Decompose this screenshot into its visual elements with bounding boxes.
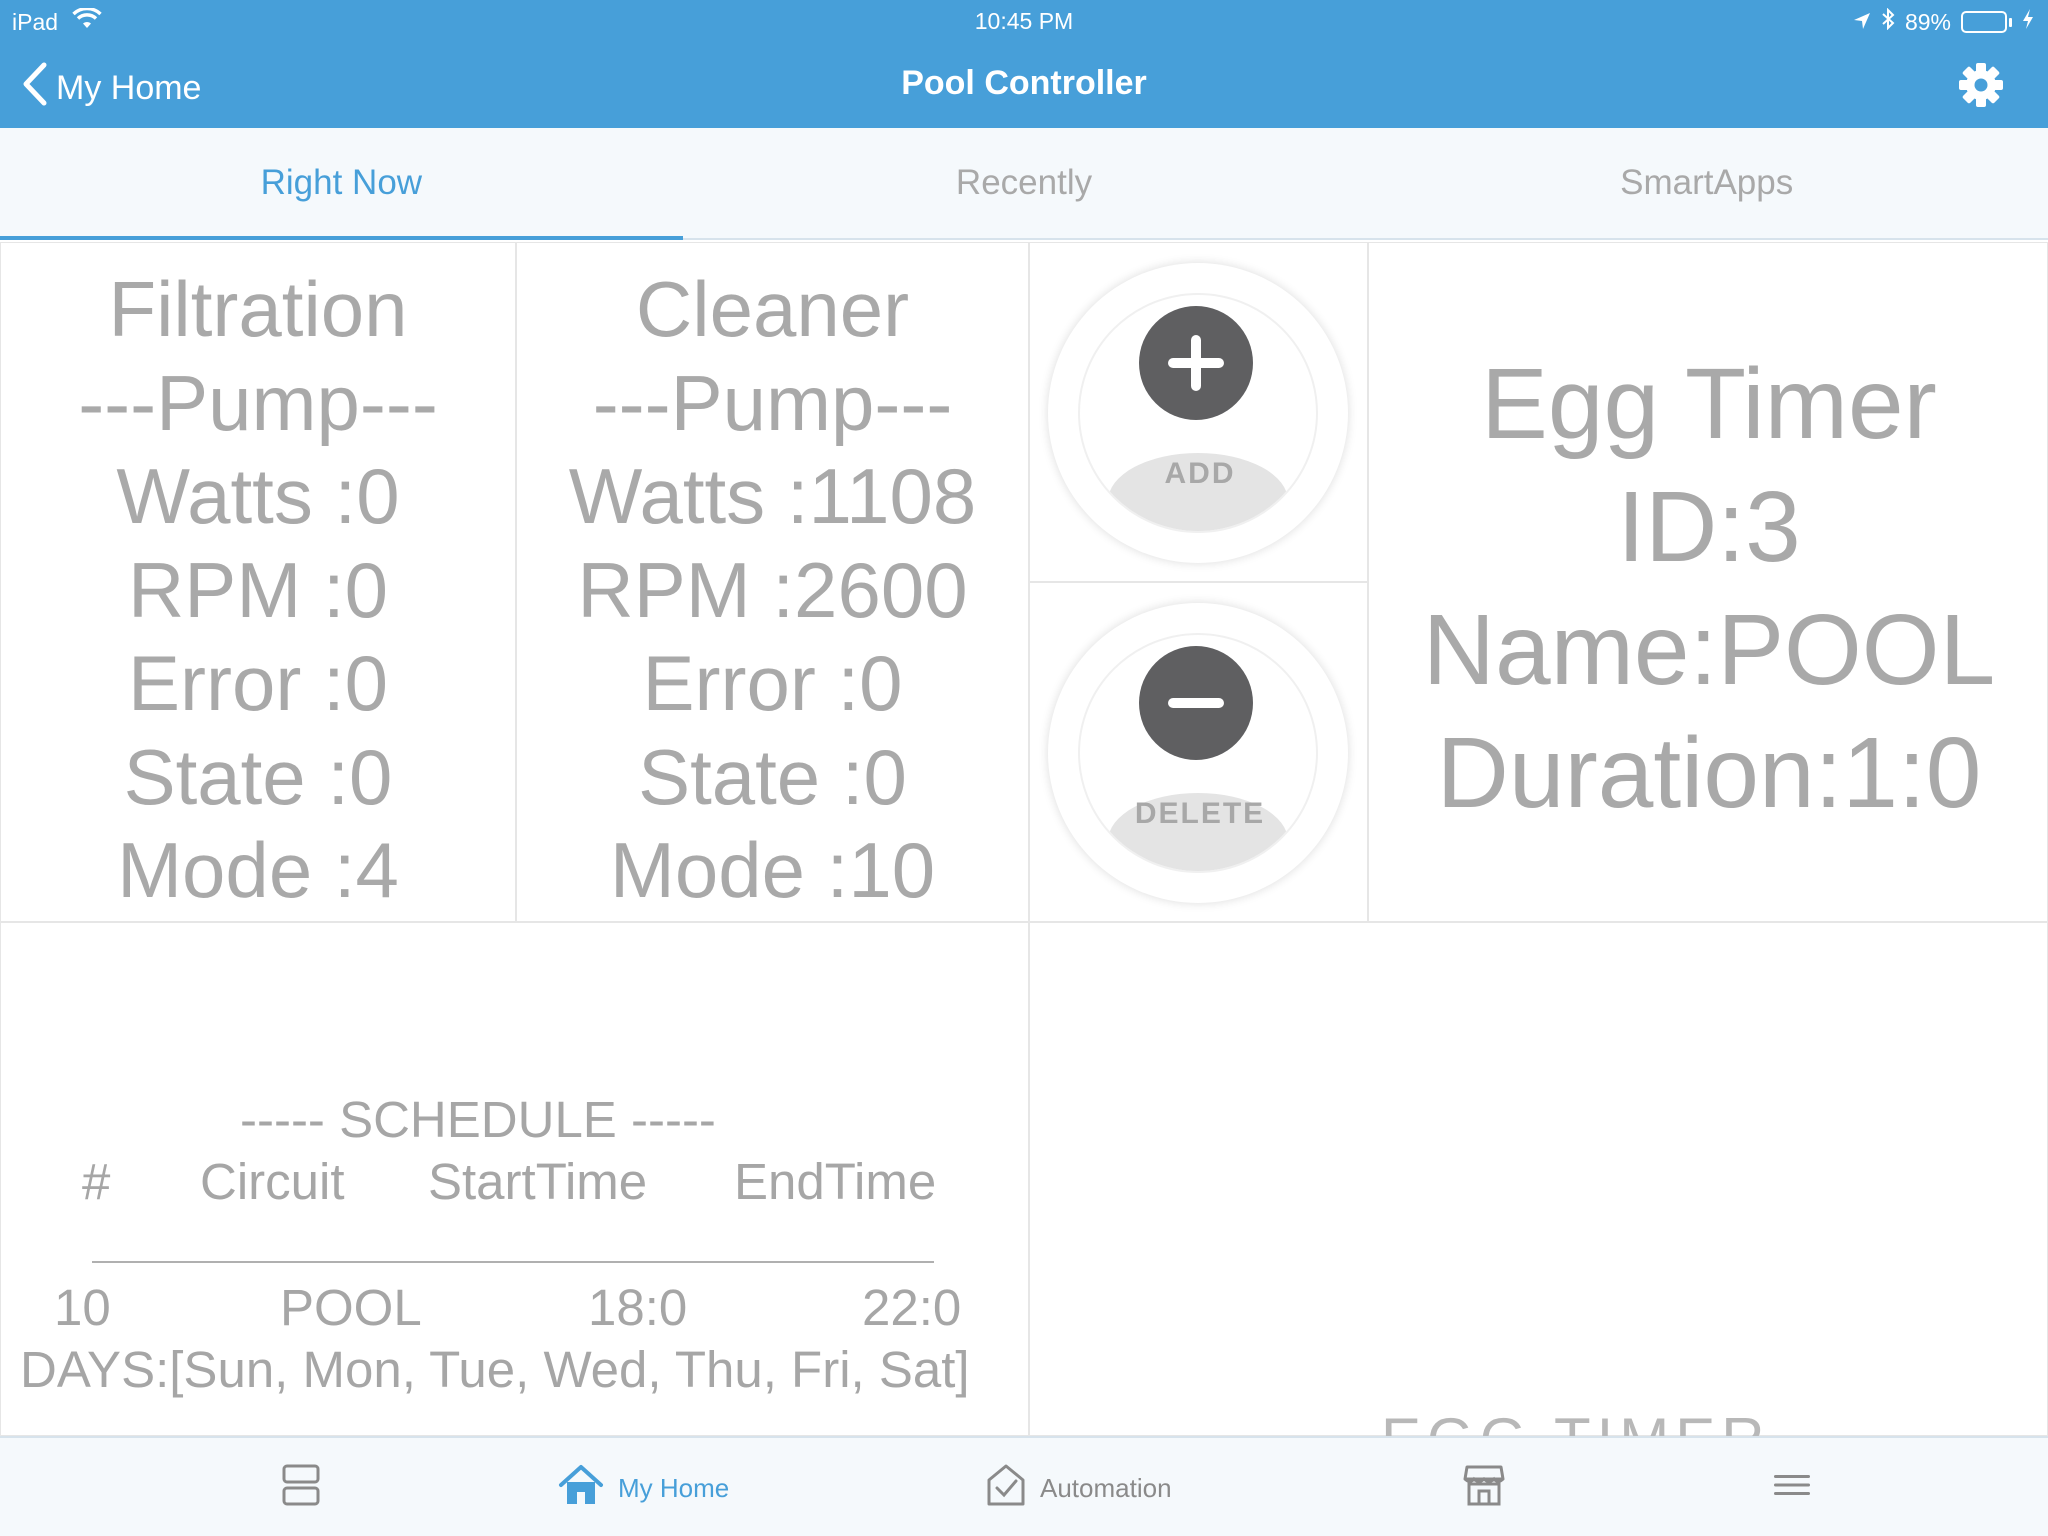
- egg-timer-id: ID:3: [1617, 471, 1801, 583]
- status-bar: iPad 10:45 PM 89%: [0, 0, 2048, 40]
- minus-icon: [1138, 645, 1254, 761]
- schedule-col-endtime: EndTime: [734, 1153, 937, 1210]
- delete-tile: DELETE: [1029, 582, 1368, 922]
- schedule-days: DAYS:[Sun, Mon, Tue, Wed, Thu, Fri, Sat]: [20, 1341, 970, 1398]
- filtration-title: Filtration: [108, 265, 408, 353]
- add-button[interactable]: ADD: [1048, 263, 1348, 563]
- cleaner-watts: Watts :1108: [568, 452, 977, 540]
- add-tile: ADD: [1029, 242, 1368, 582]
- filtration-error: Error :0: [127, 639, 389, 727]
- schedule-row-number: 10: [54, 1279, 111, 1336]
- app-header: iPad 10:45 PM 89% My Home Pool Controlle…: [0, 0, 2048, 128]
- schedule-heading: ----- SCHEDULE -----: [240, 1091, 716, 1148]
- egg-timer-footer-label: EGG TIMER: [1381, 1410, 1771, 1436]
- gear-icon[interactable]: [1958, 62, 2004, 108]
- automation-label: Automation: [1040, 1472, 1172, 1503]
- add-button-label: ADD: [1164, 457, 1236, 490]
- schedule-row-circuit: POOL: [280, 1279, 422, 1336]
- cleaner-pump-label: ---Pump---: [592, 358, 953, 447]
- filtration-state: State :0: [123, 732, 393, 821]
- cleaner-error: Error :0: [642, 639, 903, 727]
- delete-button-label: DELETE: [1134, 797, 1266, 830]
- filtration-mode: Mode :4: [117, 826, 399, 914]
- automation-tab[interactable]: Automation: [986, 1438, 1172, 1536]
- egg-timer-detail-tile[interactable]: [1029, 922, 2048, 1436]
- nav-bar: My Home Pool Controller: [0, 48, 2048, 120]
- tab-recently[interactable]: Recently: [683, 128, 1366, 238]
- egg-timer-tile[interactable]: Egg Timer ID:3 Name:POOL Duration:1:0: [1368, 242, 2048, 922]
- egg-timer-footer-clip: EGG TIMER: [1029, 1410, 2048, 1436]
- bluetooth-icon: [1881, 7, 1895, 36]
- page-title: Pool Controller: [901, 64, 1147, 102]
- cleaner-title: Cleaner: [635, 265, 910, 353]
- dashboard-icon: [280, 1463, 324, 1514]
- filtration-pump-label: ---Pump---: [78, 358, 438, 447]
- schedule-row-starttime: 18:0: [588, 1279, 688, 1336]
- menu-tab[interactable]: [1772, 1438, 1812, 1536]
- status-right: 89%: [1853, 7, 2034, 36]
- marketplace-tab[interactable]: [1462, 1438, 1506, 1536]
- filtration-pump-tile[interactable]: Filtration ---Pump--- Watts :0 RPM :0 Er…: [0, 242, 516, 922]
- egg-timer-duration: Duration:1:0: [1436, 717, 1982, 829]
- tab-smartapps[interactable]: SmartApps: [1365, 128, 2048, 238]
- hamburger-menu-icon: [1772, 1463, 1812, 1514]
- location-arrow-icon: [1853, 9, 1871, 36]
- cleaner-pump-tile[interactable]: Cleaner ---Pump--- Watts :1108 RPM :2600…: [516, 242, 1029, 922]
- schedule-col-circuit: Circuit: [200, 1153, 345, 1210]
- store-icon: [1462, 1463, 1506, 1514]
- bottom-tab-bar: My Home Automation: [0, 1436, 2048, 1536]
- tab-bar: Right Now Recently SmartApps: [0, 128, 2048, 240]
- cleaner-mode: Mode :10: [609, 826, 936, 914]
- schedule-col-starttime: StartTime: [428, 1153, 648, 1210]
- battery-icon: [1961, 11, 2012, 33]
- charging-icon: [2022, 8, 2034, 36]
- filtration-rpm: RPM :0: [127, 545, 389, 634]
- cleaner-rpm: RPM :2600: [577, 545, 968, 634]
- filtration-watts: Watts :0: [116, 452, 400, 540]
- status-time: 10:45 PM: [974, 8, 1074, 34]
- egg-timer-title: Egg Timer: [1481, 348, 1937, 460]
- egg-timer-name: Name:POOL: [1422, 594, 1996, 706]
- cleaner-state: State :0: [638, 732, 907, 821]
- plus-icon: [1138, 305, 1254, 421]
- dashboard-tab[interactable]: [280, 1438, 324, 1536]
- automation-icon: [986, 1463, 1026, 1514]
- tab-right-now[interactable]: Right Now: [0, 128, 683, 240]
- my-home-label: My Home: [618, 1472, 730, 1503]
- schedule-row-endtime: 22:0: [862, 1279, 962, 1336]
- delete-button[interactable]: DELETE: [1048, 603, 1348, 903]
- my-home-tab[interactable]: My Home: [558, 1438, 729, 1536]
- home-icon: [558, 1463, 604, 1514]
- battery-percent: 89%: [1904, 8, 1951, 35]
- schedule-col-number: #: [82, 1153, 111, 1210]
- schedule-divider: [92, 1261, 934, 1263]
